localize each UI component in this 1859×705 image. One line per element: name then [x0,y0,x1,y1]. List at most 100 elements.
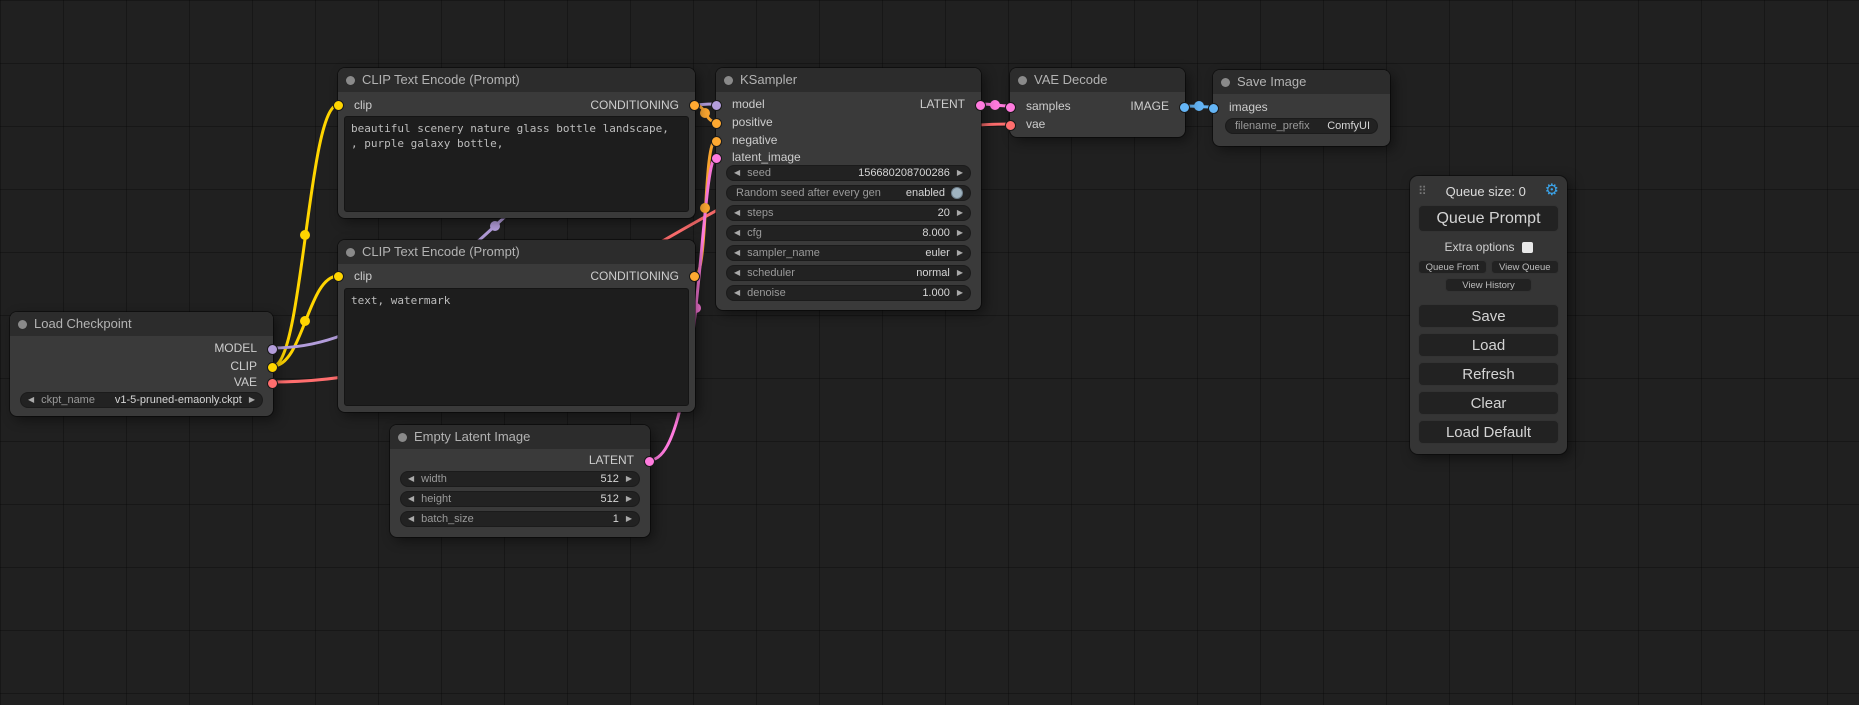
collapse-dot-icon[interactable] [398,433,407,442]
output-port-conditioning[interactable] [689,100,700,111]
widget-width[interactable]: ◀ width 512 ▶ [400,471,640,487]
node-ksampler[interactable]: KSampler model positive negative latent_… [716,68,981,310]
node-title-bar[interactable]: Empty Latent Image [390,425,650,449]
node-graph-canvas[interactable]: Load Checkpoint MODEL CLIP VAE ◀ ckpt_na… [0,0,1859,705]
collapse-dot-icon[interactable] [346,248,355,257]
view-history-button[interactable]: View History [1445,278,1532,292]
increment-arrow-icon[interactable]: ▶ [626,471,632,487]
input-port-clip[interactable] [333,100,344,111]
increment-arrow-icon[interactable]: ▶ [957,265,963,281]
load-default-button[interactable]: Load Default [1418,420,1559,444]
node-title-bar[interactable]: Load Checkpoint [10,312,273,336]
input-port-vae[interactable] [1005,120,1016,131]
widget-sampler-name[interactable]: ◀ sampler_name euler ▶ [726,245,971,261]
node-clip-text-encode-positive[interactable]: CLIP Text Encode (Prompt) clip CONDITION… [338,68,695,218]
decrement-arrow-icon[interactable]: ◀ [28,392,34,408]
input-slot-clip[interactable]: clip [354,96,372,114]
input-port-negative[interactable] [711,136,722,147]
node-title-bar[interactable]: CLIP Text Encode (Prompt) [338,240,695,264]
output-port-clip[interactable] [267,362,278,373]
node-save-image[interactable]: Save Image images filename_prefix ComfyU… [1213,70,1390,146]
save-button[interactable]: Save [1418,304,1559,328]
widget-seed[interactable]: ◀ seed 156680208700286 ▶ [726,165,971,181]
widget-ckpt-name[interactable]: ◀ ckpt_name v1-5-pruned-emaonly.ckpt ▶ [20,392,263,408]
output-slot-vae[interactable]: VAE [234,373,257,391]
output-slot-conditioning[interactable]: CONDITIONING [590,96,679,114]
output-slot-conditioning[interactable]: CONDITIONING [590,267,679,285]
decrement-arrow-icon[interactable]: ◀ [734,205,740,221]
decrement-arrow-icon[interactable]: ◀ [734,245,740,261]
input-port-latent-image[interactable] [711,153,722,164]
input-port-clip[interactable] [333,271,344,282]
node-clip-text-encode-negative[interactable]: CLIP Text Encode (Prompt) clip CONDITION… [338,240,695,412]
input-port-images[interactable] [1208,103,1219,114]
output-port-vae[interactable] [267,378,278,389]
node-title-bar[interactable]: KSampler [716,68,981,92]
drag-handle-icon[interactable]: ⠿ [1418,184,1427,198]
view-queue-button[interactable]: View Queue [1491,260,1560,274]
increment-arrow-icon[interactable]: ▶ [957,285,963,301]
collapse-dot-icon[interactable] [346,76,355,85]
input-port-model[interactable] [711,100,722,111]
node-title-bar[interactable]: CLIP Text Encode (Prompt) [338,68,695,92]
increment-arrow-icon[interactable]: ▶ [957,245,963,261]
queue-front-button[interactable]: Queue Front [1418,260,1487,274]
input-slot-negative[interactable]: negative [732,131,777,149]
node-title-bar[interactable]: Save Image [1213,70,1390,94]
increment-arrow-icon[interactable]: ▶ [626,511,632,527]
increment-arrow-icon[interactable]: ▶ [957,205,963,221]
collapse-dot-icon[interactable] [724,76,733,85]
output-port-latent[interactable] [644,456,655,467]
settings-gear-icon[interactable]: ⚙ [1545,183,1559,199]
widget-steps[interactable]: ◀ steps 20 ▶ [726,205,971,221]
prompt-textarea[interactable]: beautiful scenery nature glass bottle la… [344,116,689,212]
output-port-conditioning[interactable] [689,271,700,282]
increment-arrow-icon[interactable]: ▶ [626,491,632,507]
prompt-textarea[interactable]: text, watermark [344,288,689,406]
output-port-image[interactable] [1179,102,1190,113]
input-slot-model[interactable]: model [732,95,765,113]
widget-denoise[interactable]: ◀ denoise 1.000 ▶ [726,285,971,301]
collapse-dot-icon[interactable] [1018,76,1027,85]
widget-batch-size[interactable]: ◀ batch_size 1 ▶ [400,511,640,527]
refresh-button[interactable]: Refresh [1418,362,1559,386]
output-port-model[interactable] [267,344,278,355]
decrement-arrow-icon[interactable]: ◀ [734,165,740,181]
node-load-checkpoint[interactable]: Load Checkpoint MODEL CLIP VAE ◀ ckpt_na… [10,312,273,416]
collapse-dot-icon[interactable] [18,320,27,329]
increment-arrow-icon[interactable]: ▶ [957,165,963,181]
input-slot-vae[interactable]: vae [1026,115,1045,133]
decrement-arrow-icon[interactable]: ◀ [408,471,414,487]
widget-cfg[interactable]: ◀ cfg 8.000 ▶ [726,225,971,241]
node-empty-latent-image[interactable]: Empty Latent Image LATENT ◀ width 512 ▶ … [390,425,650,537]
extra-options-checkbox[interactable] [1522,242,1533,253]
input-port-positive[interactable] [711,118,722,129]
output-slot-model[interactable]: MODEL [214,339,257,357]
decrement-arrow-icon[interactable]: ◀ [734,285,740,301]
decrement-arrow-icon[interactable]: ◀ [734,225,740,241]
increment-arrow-icon[interactable]: ▶ [957,225,963,241]
input-slot-positive[interactable]: positive [732,113,773,131]
node-vae-decode[interactable]: VAE Decode samples vae IMAGE [1010,68,1185,137]
output-slot-latent[interactable]: LATENT [920,95,965,113]
decrement-arrow-icon[interactable]: ◀ [734,265,740,281]
decrement-arrow-icon[interactable]: ◀ [408,511,414,527]
input-port-samples[interactable] [1005,102,1016,113]
input-slot-latent-image[interactable]: latent_image [732,148,801,166]
input-slot-images[interactable]: images [1229,98,1268,116]
collapse-dot-icon[interactable] [1221,78,1230,87]
node-title-bar[interactable]: VAE Decode [1010,68,1185,92]
widget-scheduler[interactable]: ◀ scheduler normal ▶ [726,265,971,281]
output-slot-image[interactable]: IMAGE [1130,97,1169,115]
increment-arrow-icon[interactable]: ▶ [249,392,255,408]
toggle-knob-icon[interactable] [951,187,963,199]
decrement-arrow-icon[interactable]: ◀ [408,491,414,507]
load-button[interactable]: Load [1418,333,1559,357]
output-port-latent[interactable] [975,100,986,111]
clear-button[interactable]: Clear [1418,391,1559,415]
input-slot-clip[interactable]: clip [354,267,372,285]
widget-height[interactable]: ◀ height 512 ▶ [400,491,640,507]
input-slot-samples[interactable]: samples [1026,97,1071,115]
widget-filename-prefix[interactable]: filename_prefix ComfyUI [1225,118,1378,134]
widget-random-seed-toggle[interactable]: Random seed after every gen enabled [726,185,971,201]
